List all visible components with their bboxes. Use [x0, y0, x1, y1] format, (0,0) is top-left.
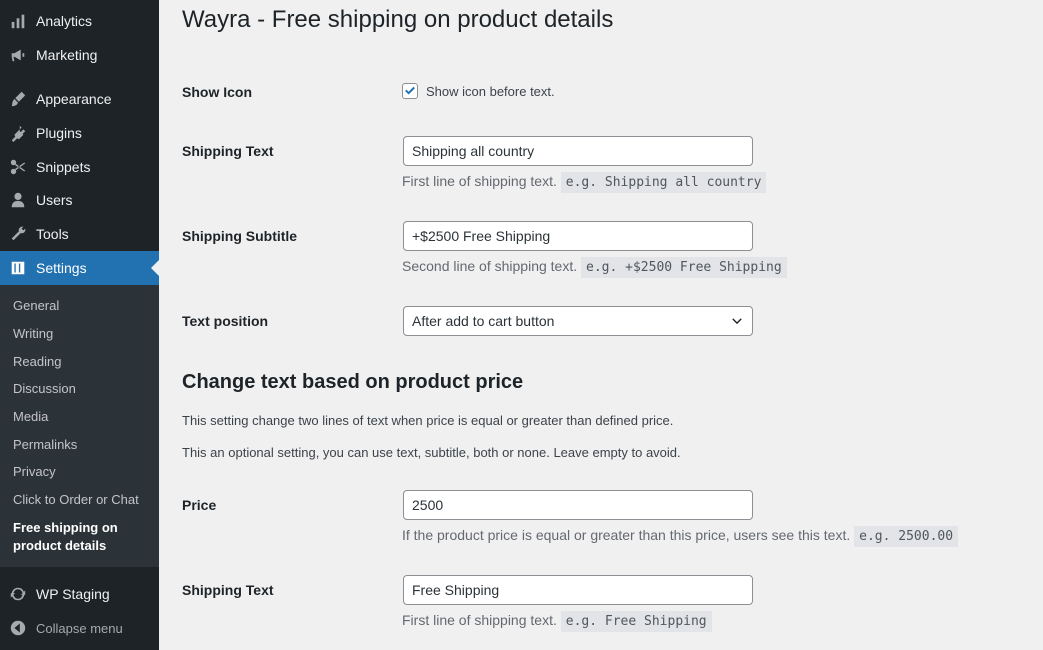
- menu-label: Snippets: [36, 159, 91, 175]
- example-code: e.g. 2500.00: [854, 526, 959, 547]
- section-paragraph-1: This setting change two lines of text wh…: [182, 413, 674, 428]
- price-shipping-text-label: Shipping Text: [182, 582, 274, 598]
- submenu-item-reading[interactable]: Reading: [13, 354, 61, 369]
- settings-page: Wayra - Free shipping on product details…: [159, 0, 1043, 650]
- menu-label: Appearance: [36, 91, 112, 107]
- submenu-item-permalinks[interactable]: Permalinks: [13, 437, 77, 452]
- example-code: e.g. Shipping all country: [560, 172, 767, 193]
- submenu-item-click-to-order[interactable]: Click to Order or Chat: [13, 492, 139, 507]
- paintbrush-icon: [0, 90, 36, 108]
- menu-item-analytics[interactable]: Analytics: [0, 4, 159, 38]
- menu-label: Users: [36, 192, 73, 208]
- wrench-icon: [0, 225, 36, 243]
- show-icon-label: Show Icon: [182, 84, 252, 100]
- menu-item-appearance[interactable]: Appearance: [0, 82, 159, 116]
- description-text: If the product price is equal or greater…: [402, 527, 851, 543]
- price-shipping-text-input[interactable]: [403, 575, 753, 605]
- shipping-text-input[interactable]: [403, 136, 753, 166]
- checkmark-icon: [405, 86, 415, 95]
- show-icon-checkbox[interactable]: [402, 83, 418, 99]
- menu-label: Settings: [36, 260, 87, 276]
- submenu-item-discussion[interactable]: Discussion: [13, 381, 76, 396]
- price-shipping-text-description: First line of shipping text. e.g. Free S…: [402, 611, 712, 632]
- megaphone-icon: [0, 46, 36, 64]
- shipping-text-description: First line of shipping text. e.g. Shippi…: [402, 172, 767, 193]
- page-title: Wayra - Free shipping on product details: [182, 6, 614, 33]
- menu-label: Tools: [36, 226, 69, 242]
- price-label: Price: [182, 497, 217, 513]
- scissors-icon: [0, 158, 36, 176]
- bar-chart-icon: [0, 12, 36, 30]
- section-title: Change text based on product price: [182, 371, 524, 393]
- menu-item-settings[interactable]: Settings: [0, 251, 159, 285]
- admin-sidebar: Analytics Marketing Appearance Plugins S…: [0, 0, 159, 650]
- submenu-item-free-shipping[interactable]: Free shipping on product details: [13, 519, 153, 555]
- shipping-subtitle-description: Second line of shipping text. e.g. +$250…: [402, 257, 787, 278]
- menu-label: Marketing: [36, 47, 98, 63]
- menu-item-tools[interactable]: Tools: [0, 217, 159, 251]
- menu-item-users[interactable]: Users: [0, 183, 159, 217]
- menu-item-wp-staging[interactable]: WP Staging: [0, 577, 159, 611]
- text-position-label: Text position: [182, 313, 269, 329]
- menu-item-marketing[interactable]: Marketing: [0, 38, 159, 72]
- show-icon-option[interactable]: Show icon before text.: [402, 83, 555, 99]
- submenu-item-writing[interactable]: Writing: [13, 326, 53, 341]
- submenu-item-media[interactable]: Media: [13, 409, 48, 424]
- submenu-item-general[interactable]: General: [13, 298, 59, 313]
- collapse-arrow-icon: [0, 619, 36, 637]
- user-icon: [0, 191, 36, 209]
- section-paragraph-2: This an optional setting, you can use te…: [182, 445, 681, 460]
- description-text: First line of shipping text.: [402, 612, 557, 628]
- shipping-text-label: Shipping Text: [182, 143, 274, 159]
- chevron-down-icon: [732, 318, 742, 325]
- selected-value: After add to cart button: [412, 313, 555, 329]
- shipping-subtitle-input[interactable]: [403, 221, 753, 251]
- refresh-icon: [0, 585, 36, 603]
- submenu-item-privacy[interactable]: Privacy: [13, 464, 56, 479]
- show-icon-checkbox-text: Show icon before text.: [426, 83, 555, 99]
- plug-icon: [0, 124, 36, 142]
- price-input[interactable]: [403, 490, 753, 520]
- shipping-subtitle-label: Shipping Subtitle: [182, 228, 298, 244]
- example-code: e.g. Free Shipping: [560, 611, 712, 632]
- description-text: First line of shipping text.: [402, 173, 557, 189]
- description-text: Second line of shipping text.: [402, 258, 578, 274]
- menu-label: Plugins: [36, 125, 82, 141]
- menu-label: Analytics: [36, 13, 93, 29]
- settings-submenu: General Writing Reading Discussion Media…: [0, 285, 159, 567]
- collapse-menu-button[interactable]: Collapse menu: [0, 611, 159, 645]
- active-indicator: [151, 260, 159, 276]
- menu-label: WP Staging: [36, 586, 110, 602]
- menu-item-snippets[interactable]: Snippets: [0, 150, 159, 184]
- collapse-label: Collapse menu: [36, 620, 123, 636]
- sliders-icon: [0, 259, 36, 277]
- text-position-select[interactable]: After add to cart button: [403, 306, 753, 336]
- price-description: If the product price is equal or greater…: [402, 526, 959, 547]
- example-code: e.g. +$2500 Free Shipping: [581, 257, 787, 278]
- menu-item-plugins[interactable]: Plugins: [0, 116, 159, 150]
